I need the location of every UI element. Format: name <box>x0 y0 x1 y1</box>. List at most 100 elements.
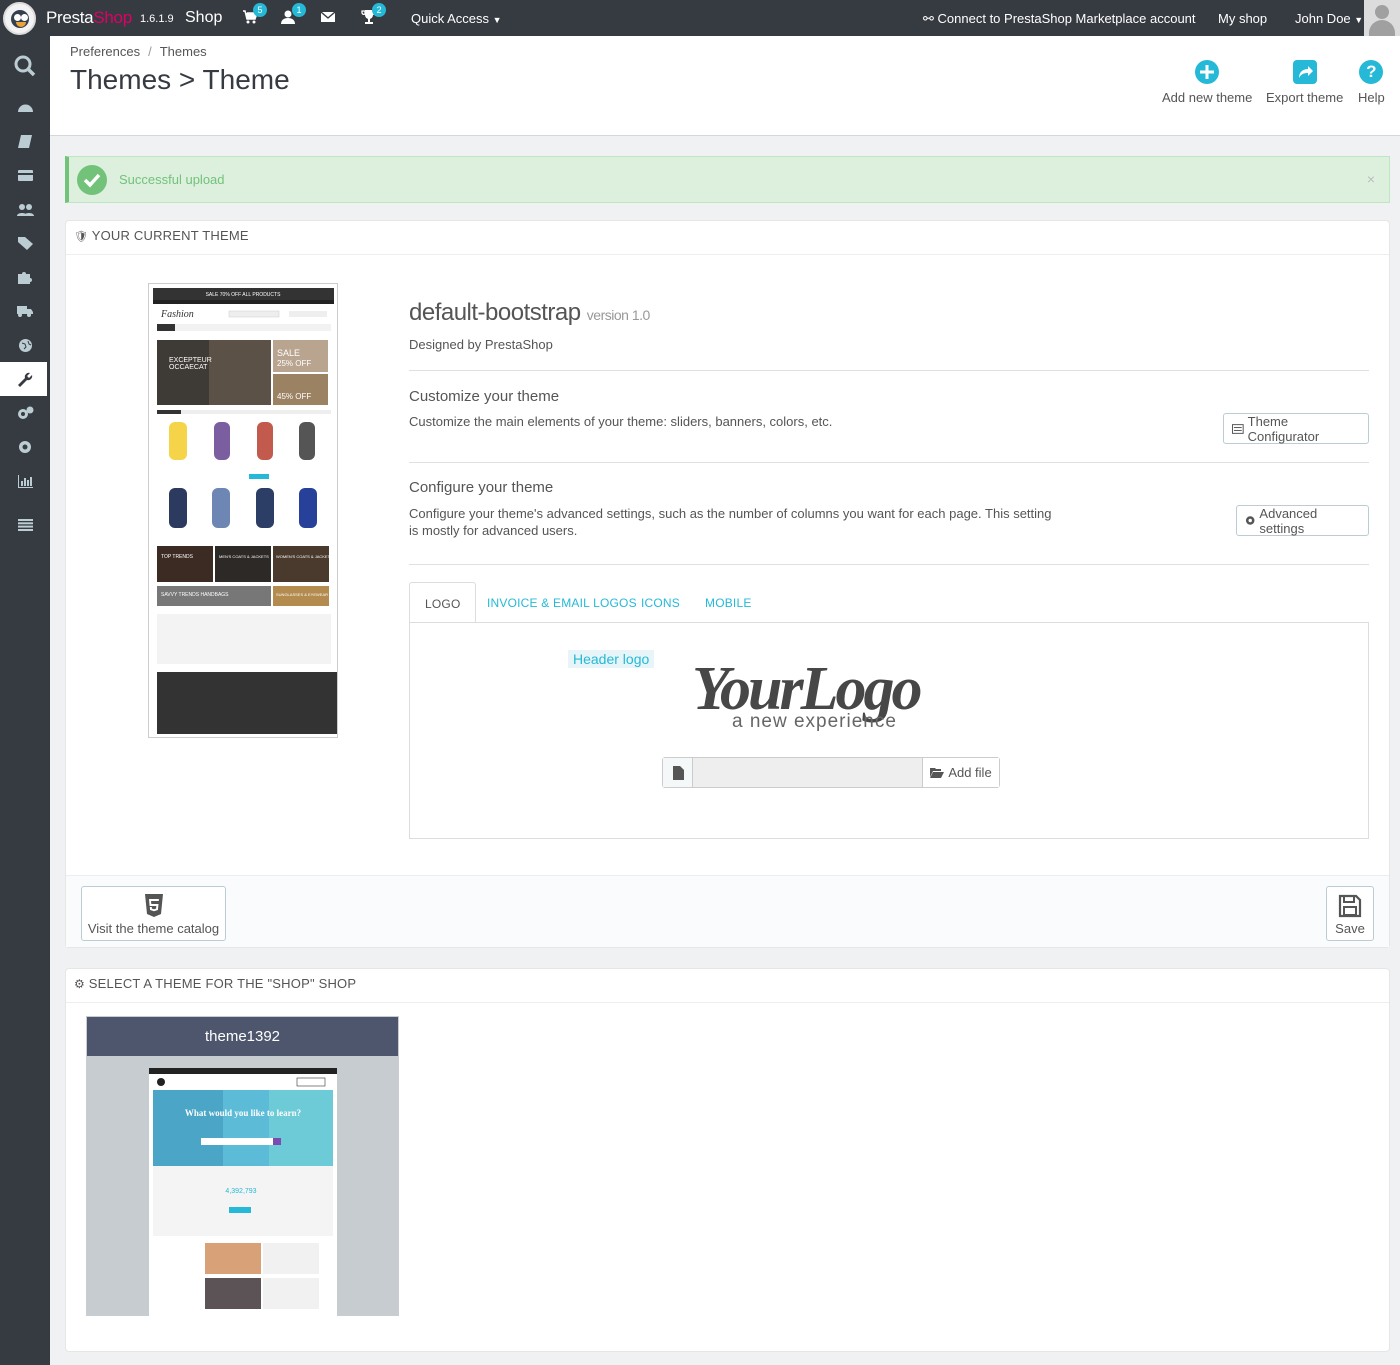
version-label: 1.6.1.9 <box>140 13 174 25</box>
modules-icon[interactable] <box>0 260 50 294</box>
theme-author: Designed by PrestaShop <box>409 337 553 352</box>
panel-footer: Visit the theme catalog Save <box>66 875 1389 947</box>
prestashop-logo[interactable] <box>3 2 36 35</box>
add-new-theme-button[interactable]: Add new theme <box>1162 60 1252 105</box>
customize-description: Customize the main elements of your them… <box>409 414 833 429</box>
thumb-sale-3: 45% OFF <box>277 392 311 401</box>
tab-mobile[interactable]: MOBILE <box>705 582 752 623</box>
svg-text:a new experience: a new experience <box>732 711 897 732</box>
sidebar-menu <box>0 36 50 1365</box>
thumb-brand: Fashion <box>160 309 194 320</box>
panel-heading: 🛡 YOUR CURRENT THEME <box>74 228 249 243</box>
orders-icon[interactable] <box>0 158 50 192</box>
breadcrumb-preferences[interactable]: Preferences <box>70 44 140 59</box>
stats-icon[interactable] <box>0 464 50 498</box>
caret-down-icon: ▼ <box>492 15 502 25</box>
top-navbar: PrestaShop 1.6.1.9 Shop 5 1 2 Quick Acce… <box>0 0 1400 36</box>
tab-icons[interactable]: ICONS <box>641 582 680 623</box>
share-icon <box>1292 60 1317 84</box>
orders-badge: 5 <box>253 3 267 17</box>
question-circle-icon: ? <box>1359 60 1384 84</box>
preferences-icon[interactable] <box>0 362 50 396</box>
theme-card[interactable]: theme1392 What would you like to learn? … <box>86 1016 399 1317</box>
list-alt-icon <box>1232 423 1244 434</box>
save-floppy-icon <box>1338 894 1362 918</box>
unlink-icon: ⚯ <box>923 11 934 26</box>
current-theme-thumbnail: SALE 70% OFF ALL PRODUCTS Fashion EXCEPT… <box>148 283 338 738</box>
theme-version: version 1.0 <box>586 307 650 323</box>
shipping-icon[interactable] <box>0 294 50 328</box>
breadcrumb: Preferences / Themes <box>70 44 207 59</box>
trophy-badge: 2 <box>372 3 386 17</box>
configure-description: Configure your theme's advanced settings… <box>409 506 1052 538</box>
thumb-sale-2: 25% OFF <box>277 359 311 368</box>
caret-down-icon: ▼ <box>1354 15 1364 25</box>
dashboard-icon[interactable] <box>0 90 50 124</box>
advanced-parameters-icon[interactable] <box>0 396 50 430</box>
visit-theme-catalog-button[interactable]: Visit the theme catalog <box>81 886 226 941</box>
administration-icon[interactable] <box>0 430 50 464</box>
brand-name: PrestaShop <box>46 8 132 27</box>
close-alert-button[interactable]: × <box>1367 171 1375 187</box>
file-name-input[interactable] <box>693 758 923 787</box>
page-header: Preferences / Themes Themes > Theme Add ne… <box>50 36 1400 136</box>
plus-circle-icon <box>1195 60 1220 84</box>
help-button[interactable]: ? Help <box>1358 60 1385 105</box>
logo-tab-pane: Header logo YourLogo a new experience Ad… <box>409 622 1369 839</box>
thumb-block-2: MEN'S COATS & JACKETS <box>219 554 269 559</box>
customers-icon[interactable]: 1 <box>281 3 306 27</box>
thumb-block-3: WOMEN'S COATS & JACKETS <box>276 554 333 559</box>
messages-envelope-icon[interactable] <box>320 9 340 27</box>
breadcrumb-themes[interactable]: Themes <box>160 44 207 59</box>
localization-icon[interactable] <box>0 328 50 362</box>
save-button[interactable]: Save <box>1326 886 1374 941</box>
tab-logo[interactable]: LOGO <box>409 582 477 623</box>
advanced-settings-button[interactable]: Advanced settings <box>1236 505 1369 536</box>
alert-message: Successful upload <box>119 172 225 187</box>
configure-title: Configure your theme <box>409 479 554 496</box>
preview-headline: What would you like to learn? <box>185 1108 301 1118</box>
quick-access-dropdown[interactable]: Quick Access ▼ <box>411 11 502 26</box>
thumb-hero-2: OCCAECAT <box>169 364 208 371</box>
shop-name[interactable]: Shop <box>185 9 222 27</box>
file-icon <box>663 758 693 787</box>
html5-icon: 🛡 <box>74 231 89 243</box>
cog-icon <box>1245 516 1255 525</box>
theme-name: default-bootstrap version 1.0 <box>409 299 650 326</box>
tab-invoice-email-logos[interactable]: INVOICE & EMAIL LOGOS <box>487 582 637 623</box>
orders-cart-icon[interactable]: 5 <box>242 3 267 27</box>
thumb-block-5: SUNGLASSES & EYEWEAR <box>276 592 328 597</box>
theme-configurator-button[interactable]: Theme Configurator <box>1223 413 1369 444</box>
success-alert: Successful upload × <box>65 156 1390 203</box>
file-upload-group: Add file <box>662 757 1000 788</box>
check-circle-icon <box>77 165 107 195</box>
theme-card-name: theme1392 <box>87 1017 398 1056</box>
header-logo-label: Header logo <box>568 650 655 668</box>
theme-card-preview: What would you like to learn? 4,392,793 <box>149 1068 337 1317</box>
customize-title: Customize your theme <box>409 388 560 405</box>
customers-badge: 1 <box>292 3 306 17</box>
marketplace-connect-link[interactable]: ⚯ Connect to PrestaShop Marketplace acco… <box>923 11 1196 27</box>
thumb-hero-1: EXCEPTEUR <box>169 357 212 364</box>
preview-number: 4,392,793 <box>225 1188 256 1195</box>
html5-icon <box>144 894 163 917</box>
collapse-menu-icon[interactable] <box>0 508 50 542</box>
trophy-icon[interactable]: 2 <box>361 3 386 27</box>
logo-tabs: LOGO INVOICE & EMAIL LOGOS ICONS MOBILE <box>409 582 1369 623</box>
add-file-button[interactable]: Add file <box>922 758 999 787</box>
thumb-block-4: SAVVY TRENDS HANDBAGS <box>161 592 229 598</box>
thumb-banner: SALE 70% OFF ALL PRODUCTS <box>206 292 282 298</box>
thumb-sale-1: SALE <box>277 348 300 358</box>
user-avatar[interactable] <box>1364 0 1400 36</box>
catalog-icon[interactable] <box>0 124 50 158</box>
page-title: Themes > Theme <box>70 64 290 95</box>
price-rules-icon[interactable] <box>0 226 50 260</box>
your-logo-image: YourLogo a new experience <box>692 655 923 732</box>
my-shop-link[interactable]: My shop <box>1218 11 1267 26</box>
search-icon[interactable] <box>0 48 50 84</box>
panel-heading: ⚙ SELECT A THEME FOR THE "SHOP" SHOP <box>74 976 357 991</box>
export-theme-button[interactable]: Export theme <box>1266 60 1343 105</box>
user-menu[interactable]: John Doe ▼ <box>1295 11 1363 26</box>
thumb-block-1: TOP TRENDS <box>161 554 194 560</box>
customers-icon[interactable] <box>0 192 50 226</box>
